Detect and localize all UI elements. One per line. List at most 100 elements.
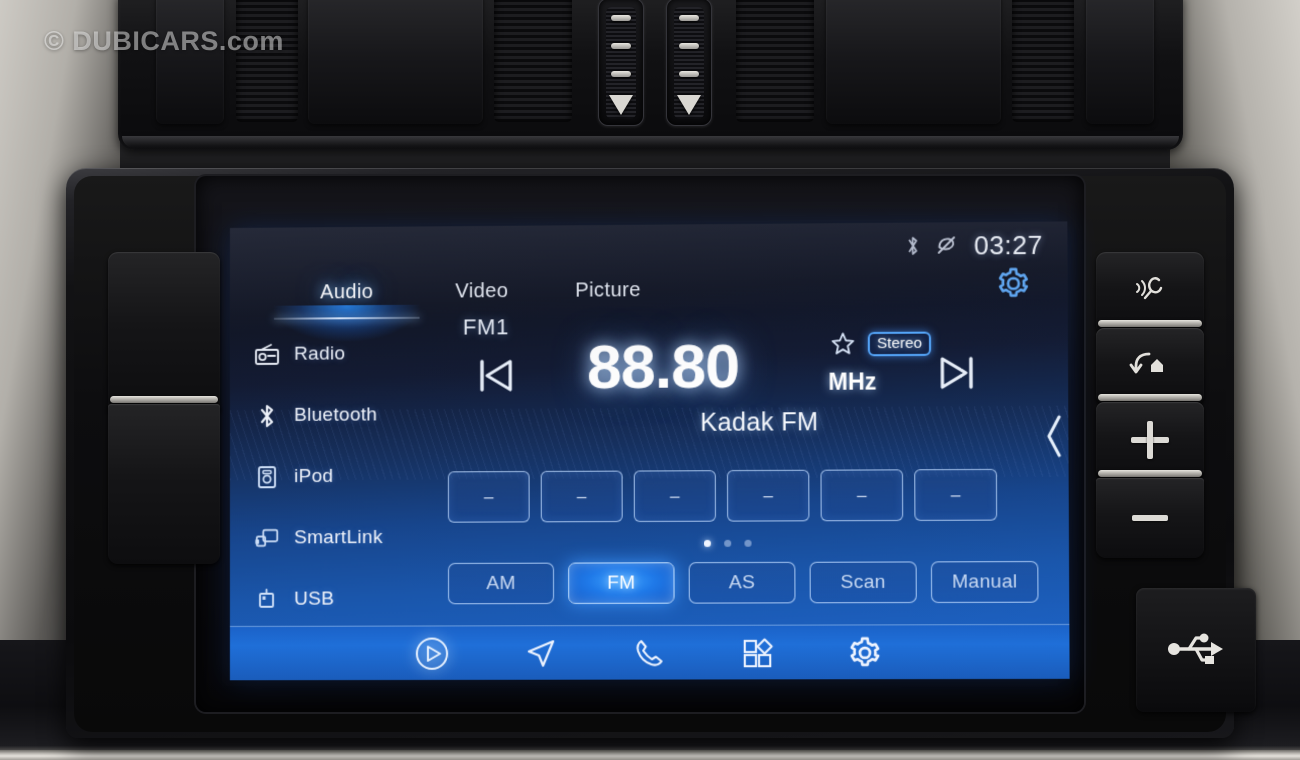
sidebar-item-radio[interactable]: Radio <box>248 323 439 385</box>
preset-label: – <box>856 485 867 505</box>
vent-slats-right-1 <box>736 0 814 122</box>
screenshot-root: 03:27 Audio Video Picture Radio Bluetoot… <box>0 0 1300 760</box>
tab-video-label: Video <box>455 279 509 302</box>
phone-icon[interactable] <box>632 636 667 670</box>
clock: 03:27 <box>973 229 1043 261</box>
vent-slider-thumb[interactable] <box>677 95 701 115</box>
frequency-display: 88.80 MHz Stereo <box>587 331 932 402</box>
preset-button-3[interactable]: – <box>633 470 716 522</box>
vent-slider-notch <box>679 71 699 77</box>
vent-blade-right-1 <box>826 0 1001 124</box>
back-home-button[interactable] <box>1096 328 1204 404</box>
voice-command-button[interactable] <box>1096 252 1204 330</box>
page-dot-2[interactable] <box>724 539 732 547</box>
page-dot-3[interactable] <box>744 539 752 547</box>
band-label: FM1 <box>462 314 509 340</box>
preset-button-4[interactable]: – <box>726 469 810 522</box>
smartlink-icon <box>254 525 280 551</box>
page-dot-1[interactable] <box>703 539 711 547</box>
vent-slats-right-2 <box>1012 0 1074 122</box>
vent-slider-thumb[interactable] <box>609 95 633 115</box>
tab-picture[interactable]: Picture <box>541 267 674 314</box>
tab-bar: Audio Video Picture <box>230 264 1068 342</box>
mode-button-am[interactable]: AM <box>448 562 555 605</box>
sidebar-item-usb[interactable]: USB <box>248 568 439 630</box>
sidebar-label-ipod: iPod <box>294 465 334 487</box>
mode-label-fm: FM <box>607 571 636 594</box>
source-sidebar: Radio Bluetooth iPod SmartLink USB <box>248 323 439 630</box>
preset-button-5[interactable]: – <box>820 469 904 522</box>
bluetooth-icon <box>254 402 280 428</box>
skip-previous-icon[interactable] <box>474 352 518 404</box>
stereo-badge: Stereo <box>867 331 932 357</box>
preset-button-2[interactable]: – <box>540 470 623 523</box>
sidebar-label-smartlink: SmartLink <box>294 526 383 548</box>
volume-up-icon <box>1131 421 1169 459</box>
usb-icon <box>254 586 280 612</box>
mode-button-as[interactable]: AS <box>688 561 796 604</box>
station-name: Kadak FM <box>700 408 819 437</box>
vent-slider-notch <box>611 15 631 21</box>
right-button-divider-1 <box>1098 320 1202 327</box>
right-button-divider-2 <box>1098 394 1202 401</box>
sidebar-item-ipod[interactable]: iPod <box>248 445 439 507</box>
volume-down-icon <box>1132 515 1168 521</box>
tab-video[interactable]: Video <box>423 268 542 315</box>
usb-port[interactable] <box>1136 588 1256 712</box>
chevron-left-icon[interactable] <box>1042 412 1067 466</box>
ipod-icon <box>254 464 280 490</box>
gps-disabled-icon <box>935 233 960 257</box>
preset-label: – <box>576 486 587 506</box>
bluetooth-icon <box>906 235 921 257</box>
mode-button-scan[interactable]: Scan <box>809 561 917 604</box>
preset-button-6[interactable]: – <box>914 468 998 521</box>
bottom-nav-bar <box>229 623 1070 681</box>
vent-slider-left[interactable] <box>598 0 644 126</box>
vent-blade-left-2 <box>308 0 483 124</box>
tuner-mode-bar: AM FM AS Scan Manual <box>448 561 1039 605</box>
vent-slats-left-1 <box>236 0 298 122</box>
infotainment-screen[interactable]: 03:27 Audio Video Picture Radio Bluetoot… <box>229 221 1070 681</box>
status-bar: 03:27 <box>230 227 1068 268</box>
preset-label: – <box>669 485 680 506</box>
volume-down-button[interactable] <box>1096 478 1204 558</box>
sidebar-label-radio: Radio <box>294 342 346 365</box>
left-blank-button-bottom[interactable] <box>108 404 220 564</box>
mode-label-as: AS <box>728 571 756 593</box>
navigation-icon[interactable] <box>523 635 559 671</box>
left-blank-button-top[interactable] <box>108 252 220 412</box>
mode-button-manual[interactable]: Manual <box>930 561 1039 603</box>
vent-slider-notch <box>611 71 631 77</box>
sidebar-item-bluetooth[interactable]: Bluetooth <box>248 384 439 446</box>
radio-icon <box>254 341 280 367</box>
preset-label: – <box>763 485 774 505</box>
media-play-icon[interactable] <box>414 635 450 671</box>
apps-grid-icon[interactable] <box>740 635 775 669</box>
active-tab-underline <box>274 316 420 320</box>
preset-label: – <box>483 486 494 506</box>
vent-slider-notch <box>679 43 699 49</box>
tab-audio-label: Audio <box>320 280 374 303</box>
preset-button-1[interactable]: – <box>447 471 530 523</box>
settings-gear-icon[interactable] <box>848 635 883 670</box>
voice-command-icon <box>1129 272 1171 311</box>
left-button-divider <box>110 396 218 403</box>
back-home-icon <box>1127 345 1173 388</box>
star-outline-icon[interactable] <box>829 330 857 362</box>
mode-button-fm[interactable]: FM <box>568 562 675 604</box>
preset-page-indicator <box>703 539 752 547</box>
skip-next-icon[interactable] <box>934 350 979 402</box>
tab-picture-label: Picture <box>575 278 641 302</box>
volume-up-button[interactable] <box>1096 402 1204 478</box>
settings-gear-icon[interactable] <box>996 266 1031 306</box>
sidebar-item-smartlink[interactable]: SmartLink <box>248 507 439 569</box>
vent-slider-notch <box>679 15 699 21</box>
tab-audio[interactable]: Audio <box>274 269 420 316</box>
vent-slats-left-2 <box>494 0 572 122</box>
vent-slider-right[interactable] <box>666 0 712 126</box>
preset-list: – – – – – – <box>447 468 998 523</box>
preset-label: – <box>950 484 961 505</box>
vent-slider-notch <box>611 43 631 49</box>
right-button-divider-3 <box>1098 470 1202 477</box>
frequency-unit: MHz <box>828 368 877 395</box>
